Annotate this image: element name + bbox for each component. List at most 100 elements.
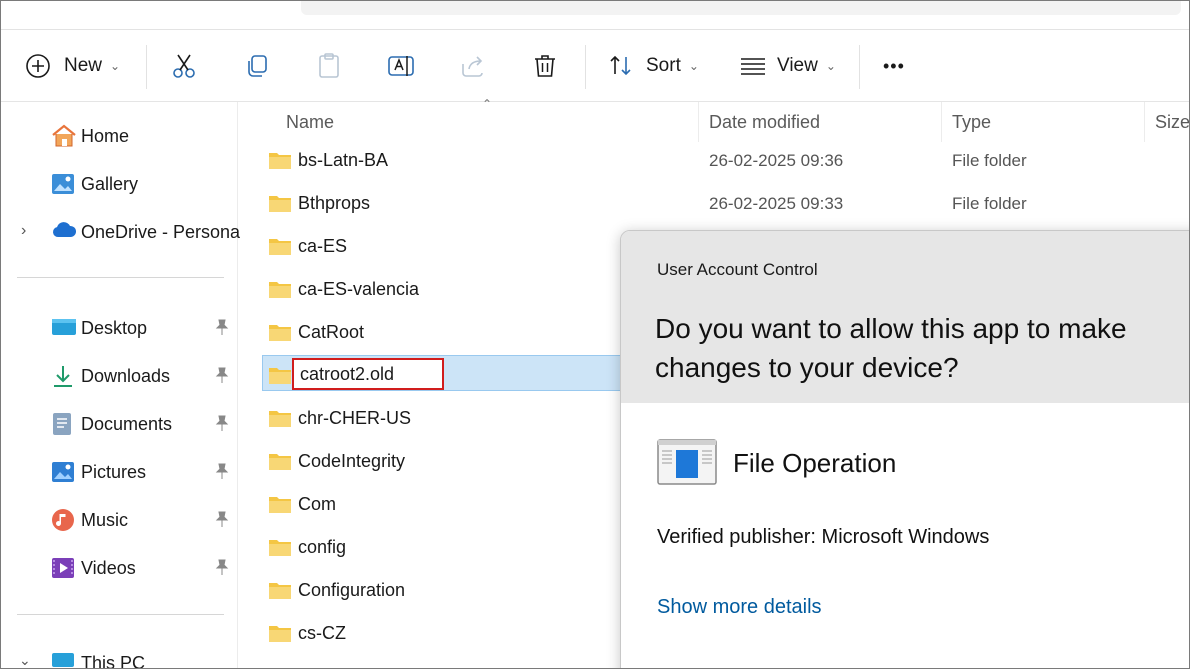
pin-icon[interactable] [213, 366, 231, 384]
folder-icon [269, 196, 291, 212]
file-name: ca-ES-valencia [298, 279, 420, 299]
rename-button[interactable] [387, 31, 415, 101]
file-explorer-window: New ⌄ Sort ⌄ View ⌄ ••• Home Gallery › O… [0, 0, 1190, 669]
address-bar[interactable] [301, 1, 1181, 15]
sort-icon [608, 53, 634, 79]
sidebar-item-label: Pictures [81, 461, 147, 482]
list-item[interactable]: cs-CZ [262, 617, 642, 649]
paste-button[interactable] [316, 31, 342, 101]
list-item[interactable]: CodeIntegrity [262, 445, 642, 477]
column-header-name[interactable]: Name [286, 112, 334, 133]
uac-publisher: Verified publisher: Microsoft Windows [657, 526, 990, 548]
folder-icon [269, 626, 291, 642]
file-name: chr-CHER-US [298, 408, 412, 428]
list-item[interactable]: bs-Latn-BA [262, 144, 642, 176]
list-item[interactable]: Bthprops [262, 187, 642, 219]
pin-icon[interactable] [213, 510, 231, 528]
toolbar-divider [146, 45, 147, 89]
computer-icon [51, 651, 75, 668]
scissors-icon [171, 52, 197, 80]
file-name: ca-ES [298, 236, 348, 256]
sidebar-item-downloads[interactable]: Downloads [1, 356, 237, 396]
file-name: CodeIntegrity [298, 451, 406, 471]
pin-icon[interactable] [213, 318, 231, 336]
sidebar-item-this-pc[interactable]: ⌄ This PC [1, 643, 237, 668]
share-button[interactable] [460, 31, 486, 101]
new-button[interactable]: New ⌄ [25, 31, 120, 101]
column-divider[interactable] [941, 102, 942, 142]
sidebar-item-desktop[interactable]: Desktop [1, 308, 237, 348]
item-type: File folder [952, 194, 1027, 213]
chevron-down-icon: ⌄ [110, 59, 121, 73]
rename-icon [387, 53, 415, 79]
list-item[interactable]: Configuration [262, 574, 642, 606]
sidebar-item-videos[interactable]: Videos [1, 548, 237, 588]
column-divider[interactable] [698, 102, 699, 142]
column-divider[interactable] [1144, 102, 1145, 142]
file-name: bs-Latn-BA [298, 150, 389, 170]
show-more-details-link[interactable]: Show more details [657, 596, 822, 619]
copy-button[interactable] [244, 31, 270, 101]
home-icon [51, 124, 76, 148]
delete-button[interactable] [532, 31, 558, 101]
navigation-pane: Home Gallery › OneDrive - Persona Deskto… [1, 102, 240, 668]
sort-button[interactable]: Sort ⌄ [608, 31, 699, 101]
plus-circle-icon [25, 53, 51, 79]
sidebar-item-label: Home [81, 125, 130, 146]
column-header-size[interactable]: Size [1155, 112, 1189, 133]
uac-title: User Account Control [657, 260, 818, 279]
folder-icon [269, 540, 291, 556]
pictures-icon [51, 460, 75, 484]
cut-button[interactable] [171, 31, 197, 101]
folder-icon [269, 454, 291, 470]
clipboard-icon [316, 52, 342, 80]
sidebar-item-pictures[interactable]: Pictures [1, 452, 237, 492]
toolbar-divider [585, 45, 586, 89]
column-header-date[interactable]: Date modified [709, 112, 820, 133]
rename-field[interactable]: catroot2.old [292, 358, 444, 390]
document-icon [51, 412, 75, 436]
list-item[interactable]: Com [262, 488, 642, 520]
view-button[interactable]: View ⌄ [739, 31, 836, 101]
column-header-type[interactable]: Type [952, 112, 991, 133]
sidebar-item-label: Gallery [81, 173, 139, 194]
download-icon [51, 364, 75, 388]
sidebar-item-home[interactable]: Home [1, 116, 237, 156]
sidebar-item-label: Music [81, 509, 129, 530]
chevron-down-icon: ⌄ [825, 59, 836, 73]
uac-dialog: User Account Control Do you want to allo… [620, 230, 1189, 668]
uac-question: Do you want to allow this app to make ch… [655, 313, 1127, 383]
sidebar-item-onedrive[interactable]: › OneDrive - Persona [1, 212, 240, 252]
item-type: File folder [952, 151, 1027, 170]
folder-icon [269, 239, 291, 255]
sidebar-divider [17, 277, 224, 278]
videos-icon [51, 556, 75, 580]
sidebar-item-documents[interactable]: Documents [1, 404, 237, 444]
list-item[interactable]: ca-ES-valencia [262, 273, 642, 305]
list-item[interactable]: config [262, 531, 642, 563]
chevron-down-icon[interactable]: ⌄ [19, 652, 31, 668]
file-name: config [298, 537, 347, 557]
title-bar [1, 1, 1189, 30]
date-modified: 26-02-2025 09:33 [709, 194, 844, 213]
folder-icon [269, 411, 291, 427]
pin-icon[interactable] [213, 558, 231, 576]
sidebar-item-label: Downloads [81, 365, 171, 386]
folder-icon [269, 368, 291, 384]
sidebar-divider [17, 614, 224, 615]
sidebar-item-music[interactable]: Music [1, 500, 237, 540]
more-options-button[interactable]: ••• [883, 31, 905, 101]
sidebar-item-gallery[interactable]: Gallery [1, 164, 237, 204]
view-list-icon [739, 55, 767, 77]
pin-icon[interactable] [213, 462, 231, 480]
gallery-icon [51, 172, 75, 196]
list-item[interactable]: chr-CHER-US [262, 402, 642, 434]
chevron-right-icon[interactable]: › [21, 222, 26, 240]
more-icon: ••• [883, 55, 905, 76]
view-label: View [777, 55, 818, 76]
list-item[interactable]: CatRoot [262, 316, 642, 348]
sort-label: Sort [646, 55, 681, 76]
list-item[interactable]: ca-ES [262, 230, 642, 262]
sidebar-item-label: Desktop [81, 317, 148, 338]
pin-icon[interactable] [213, 414, 231, 432]
